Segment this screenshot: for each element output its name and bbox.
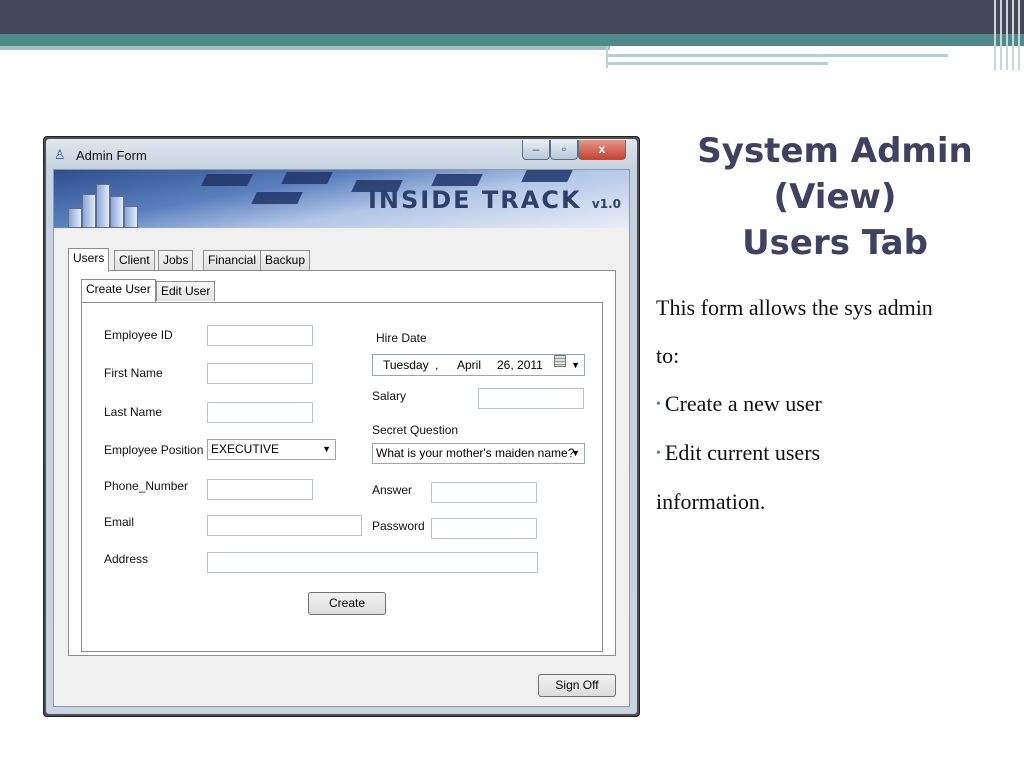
bullet-text-continued: information. [656,489,766,514]
password-input[interactable] [431,518,537,539]
banner-title-text: INSIDE TRACK [368,186,582,214]
slide-header-bar [0,0,1024,34]
users-tab-panel: Create User Edit User Employee ID First … [68,270,616,656]
hire-date-month: April [457,358,482,372]
bullet-item: • Create a new user [656,380,1016,429]
tab-users[interactable]: Users [68,248,110,272]
chevron-down-icon: ▼ [322,444,331,454]
hire-date-weekday: Tuesday [383,358,429,372]
sign-off-button[interactable]: Sign Off [538,674,616,697]
salary-input[interactable] [478,388,584,409]
tab-jobs[interactable]: Jobs [158,250,194,270]
email-label: Email [104,515,135,529]
subtab-create-user[interactable]: Create User [81,279,156,302]
answer-input[interactable] [431,482,537,503]
salary-label: Salary [372,389,407,403]
phone-number-input[interactable] [207,479,313,500]
banner-title: INSIDE TRACK v1.0 [368,186,621,214]
hire-date-day-year: 26, 2011 [497,358,543,372]
last-name-input[interactable] [207,402,313,423]
hire-date-separator: , [435,358,439,372]
employee-position-value: EXECUTIVE [211,442,280,456]
title-bar[interactable]: ♙ Admin Form – ▫ x [46,139,637,169]
employee-position-select[interactable]: EXECUTIVE ▼ [207,439,336,460]
secret-question-select[interactable]: What is your mother's maiden name? ▼ [372,443,585,464]
minimize-button[interactable]: – [522,140,550,160]
slide-title-line: Users Tab [742,223,928,263]
answer-label: Answer [372,483,413,497]
subtab-edit-user[interactable]: Edit User [156,281,216,301]
bullet-item: • Edit current users [656,429,1016,478]
window-title: Admin Form [76,148,147,163]
window-client-area: INSIDE TRACK v1.0 Users Client Jobs Fina… [53,169,630,707]
bullet-icon: • [656,397,661,412]
address-label: Address [104,552,149,566]
bullet-icon: • [656,446,661,461]
maximize-button[interactable]: ▫ [550,140,578,160]
bullet-text: Edit current users [664,440,821,465]
slide-title: System Admin (View) Users Tab [660,128,1010,266]
slide-title-line: System Admin [697,131,973,171]
chevron-down-icon: ▼ [571,448,580,458]
intro-text: to: [656,343,680,368]
phone-number-label: Phone_Number [104,479,189,493]
hire-date-label: Hire Date [376,331,427,345]
slide-body: This form allows the sys admin to: • Crea… [656,284,1016,526]
slide-title-line: (View) [773,177,897,217]
last-name-label: Last Name [104,405,163,419]
hire-date-picker[interactable]: Tuesday , April 26, 2011 ▼ [372,354,585,376]
slide-header-stripes [992,0,1024,70]
employee-position-label: Employee Position [104,443,204,457]
secret-question-value: What is your mother's maiden name? [376,446,575,460]
create-button[interactable]: Create [308,592,386,615]
close-button[interactable]: x [578,140,626,160]
tab-client[interactable]: Client [114,250,155,270]
intro-text: This form allows the sys admin [656,295,933,320]
building-icon [68,182,158,228]
tab-backup[interactable]: Backup [260,250,311,270]
first-name-input[interactable] [207,363,313,384]
slide-header-line-right [606,46,1006,68]
chevron-down-icon[interactable]: ▼ [571,355,580,375]
password-label: Password [372,519,425,533]
tab-financial[interactable]: Financial [203,250,262,270]
app-icon: ♙ [54,147,66,162]
employee-id-label: Employee ID [104,328,173,342]
create-user-panel: Employee ID First Name Last Name Employe… [81,302,603,652]
window-frame: ♙ Admin Form – ▫ x INSIDE TRACK v1.0 Use… [46,139,637,714]
slide-header-line [0,46,610,50]
email-input[interactable] [207,515,362,536]
app-banner: INSIDE TRACK v1.0 [54,170,629,228]
first-name-label: First Name [104,366,163,380]
address-input[interactable] [207,552,538,573]
employee-id-input[interactable] [207,325,313,346]
bullet-text: Create a new user [664,391,822,416]
admin-form-window: ♙ Admin Form – ▫ x INSIDE TRACK v1.0 Use… [43,136,640,717]
calendar-icon[interactable] [554,355,566,367]
secret-question-label: Secret Question [372,423,459,437]
banner-version: v1.0 [591,197,621,211]
slide-header-accent [0,34,1024,46]
